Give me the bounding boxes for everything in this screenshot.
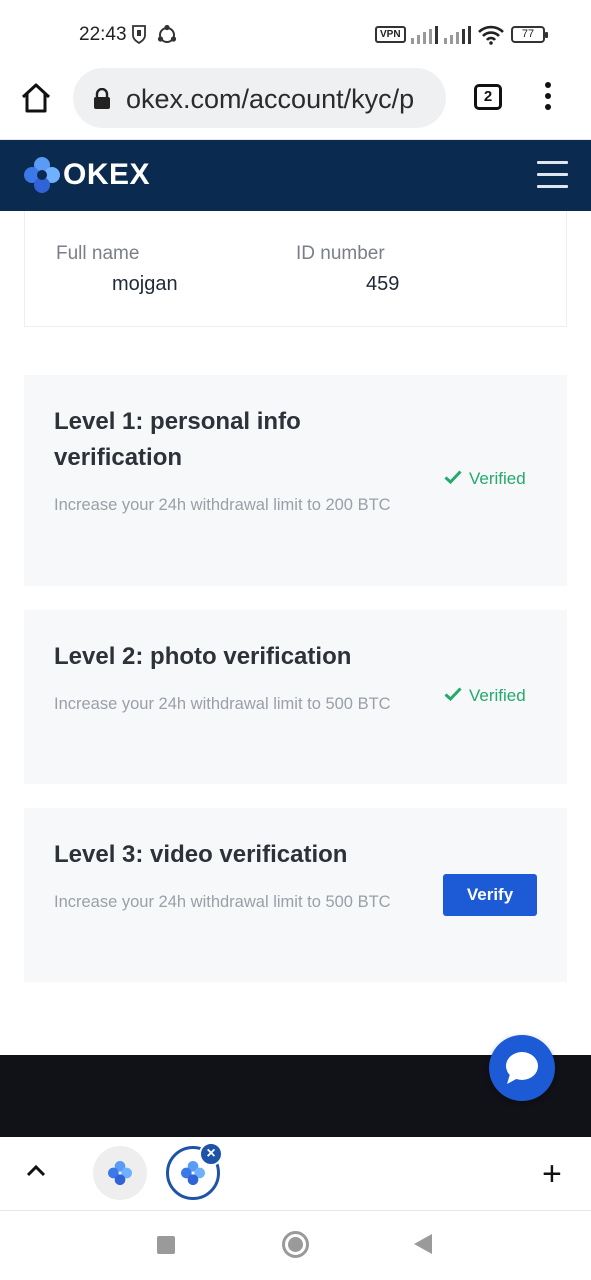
level-3-card: Level 3: video verification Increase you… — [24, 808, 567, 982]
back-nav-icon[interactable] — [414, 1234, 432, 1254]
level-1-status: Verified — [444, 469, 526, 489]
new-tab-icon[interactable]: + — [542, 1157, 562, 1191]
okex-favicon-icon — [181, 1161, 205, 1185]
site-header: OKEX — [0, 140, 591, 211]
home-icon[interactable] — [18, 80, 54, 116]
hamburger-menu-icon[interactable] — [537, 161, 568, 189]
chevron-up-icon[interactable] — [26, 1163, 46, 1182]
level-2-card: Level 2: photo verification Increase you… — [24, 610, 567, 784]
kyc-content: Full name mojgan ID number 459 Level 1: … — [0, 211, 591, 1055]
id-number-value: 459 — [366, 273, 400, 295]
verify-button[interactable]: Verify — [443, 874, 537, 916]
browser-tab-strip: × + — [0, 1137, 591, 1211]
tab-switcher-button[interactable]: 2 — [474, 84, 502, 110]
checkmark-icon — [444, 469, 462, 489]
id-number-label: ID number — [296, 243, 385, 264]
battery-icon: 77 — [511, 26, 548, 43]
level-1-description: Increase your 24h withdrawal limit to 20… — [54, 496, 391, 514]
close-tab-icon[interactable]: × — [199, 1142, 223, 1166]
signal-icon — [411, 26, 439, 49]
level-2-status: Verified — [444, 686, 526, 706]
identity-card: Full name mojgan ID number 459 — [24, 211, 567, 327]
level-1-card: Level 1: personal info verification Incr… — [24, 375, 567, 586]
chat-support-button[interactable] — [489, 1035, 555, 1101]
full-name-label: Full name — [56, 243, 140, 264]
checkmark-icon — [444, 686, 462, 706]
brand-name[interactable]: OKEX — [63, 158, 150, 192]
status-time: 22:43 — [79, 24, 127, 45]
vpn-badge: VPN — [375, 26, 406, 43]
browser-toolbar: okex.com/account/kyc/p 2 — [0, 64, 591, 140]
wifi-icon — [478, 25, 504, 50]
level-1-title: Level 1: personal info verification — [54, 408, 301, 471]
level-3-title: Level 3: video verification — [54, 841, 348, 868]
browser-tab-1[interactable] — [93, 1146, 147, 1200]
system-nav-bar — [0, 1211, 591, 1280]
url-text: okex.com/account/kyc/p — [126, 84, 415, 114]
lock-icon — [93, 87, 111, 115]
full-name-value: mojgan — [112, 273, 178, 295]
okex-favicon-icon — [108, 1161, 132, 1185]
level-3-description: Increase your 24h withdrawal limit to 50… — [54, 893, 391, 911]
signal-icon-2 — [444, 26, 472, 49]
recent-apps-icon[interactable] — [157, 1236, 175, 1254]
sync-notification-icon — [156, 24, 178, 51]
status-bar: 22:43 VPN 77 — [0, 0, 591, 64]
address-bar[interactable]: okex.com/account/kyc/p — [73, 68, 446, 128]
level-2-description: Increase your 24h withdrawal limit to 50… — [54, 695, 391, 713]
verified-label: Verified — [469, 469, 526, 488]
home-nav-icon[interactable] — [282, 1231, 309, 1258]
verified-label: Verified — [469, 686, 526, 705]
okex-logo-icon[interactable] — [24, 157, 60, 198]
overflow-menu-icon[interactable] — [540, 82, 556, 114]
shield-notification-icon — [131, 24, 147, 49]
level-2-title: Level 2: photo verification — [54, 643, 352, 670]
